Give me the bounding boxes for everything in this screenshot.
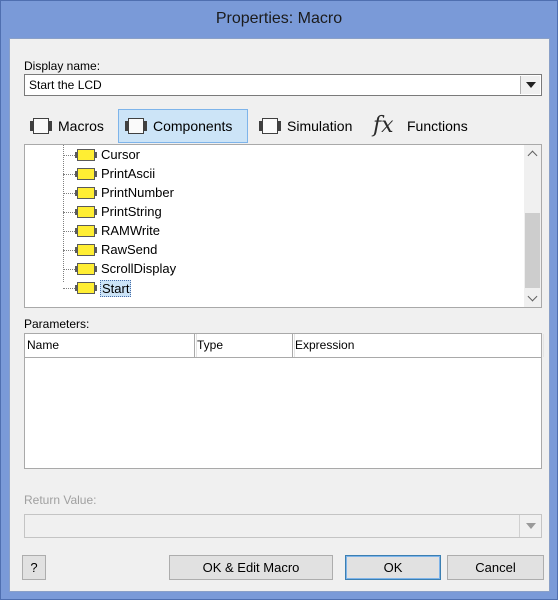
display-name-combobox[interactable]: Start the LCD	[24, 74, 542, 96]
tree-item-label: Cursor	[101, 147, 141, 162]
tab-components[interactable]: Components	[118, 109, 248, 143]
tree-item-label: ScrollDisplay	[101, 261, 177, 276]
macro-icon	[75, 282, 97, 294]
tree-item[interactable]: PrintAscii	[25, 165, 515, 184]
scroll-thumb[interactable]	[525, 213, 540, 288]
tab-strip: Macros Components Simulation fx Function…	[24, 109, 542, 144]
macro-icon	[75, 206, 97, 218]
tab-functions-label: Functions	[407, 118, 468, 134]
window-title: Properties: Macro	[215, 10, 343, 27]
tree-item-label: PrintString	[101, 204, 162, 219]
tree-item[interactable]: RawSend	[25, 241, 515, 260]
component-icon	[125, 116, 147, 136]
ok-button[interactable]: OK	[345, 555, 441, 580]
tree-item-label: PrintNumber	[101, 185, 174, 200]
column-header-name[interactable]: Name	[25, 334, 197, 357]
tree-item-label: RawSend	[101, 242, 158, 257]
display-name-value[interactable]: Start the LCD	[29, 78, 102, 92]
return-value-combobox	[24, 514, 542, 538]
tab-simulation-label: Simulation	[287, 118, 353, 134]
dialog-window: Properties: Macro Display name: Start th…	[0, 0, 558, 600]
tree-item[interactable]: Cursor	[25, 146, 515, 165]
chevron-up-icon	[527, 150, 538, 161]
tab-components-label: Components	[153, 118, 233, 134]
macro-icon	[75, 263, 97, 275]
tree-item[interactable]: RAMWrite	[25, 222, 515, 241]
component-icon	[30, 116, 52, 136]
display-name-label: Display name:	[24, 59, 101, 73]
display-name-dropdown-button[interactable]	[520, 76, 540, 94]
tree-vertical-scrollbar[interactable]	[524, 145, 541, 307]
scroll-down-button[interactable]	[524, 290, 541, 307]
tree-item[interactable]: ScrollDisplay	[25, 260, 515, 279]
chevron-down-icon	[525, 82, 536, 88]
macro-icon	[75, 225, 97, 237]
cancel-button[interactable]: Cancel	[447, 555, 544, 580]
return-value-label: Return Value:	[24, 493, 97, 507]
chevron-down-icon	[525, 523, 536, 529]
parameters-label: Parameters:	[24, 317, 90, 331]
component-macro-tree[interactable]: Cursor PrintAscii PrintNumber PrintStrin…	[24, 144, 542, 308]
help-button[interactable]: ?	[22, 555, 46, 580]
chevron-down-icon	[527, 291, 538, 302]
tree-item-label: Start	[100, 280, 132, 297]
scroll-up-button[interactable]	[524, 145, 541, 162]
tree-item[interactable]: PrintNumber	[25, 184, 515, 203]
macro-icon	[75, 168, 97, 180]
tab-macros-label: Macros	[58, 118, 104, 134]
macro-icon	[75, 149, 97, 161]
macro-icon	[75, 187, 97, 199]
tab-functions[interactable]: fx Functions	[367, 109, 477, 143]
return-value-dropdown-button	[519, 515, 541, 537]
dialog-client-area: Display name: Start the LCD Macros Compo…	[9, 38, 550, 592]
tree-item-label: RAMWrite	[101, 223, 160, 238]
fx-icon: fx	[373, 113, 394, 138]
tree-item[interactable]: PrintString	[25, 203, 515, 222]
tab-macros[interactable]: Macros	[24, 109, 112, 143]
tab-simulation[interactable]: Simulation	[253, 109, 359, 143]
tree-item-selected[interactable]: Start	[25, 279, 515, 298]
column-header-expression[interactable]: Expression	[293, 334, 544, 357]
ok-edit-macro-button[interactable]: OK & Edit Macro	[169, 555, 333, 580]
parameters-table[interactable]: Name Type Expression	[24, 333, 544, 469]
component-icon	[259, 116, 281, 136]
macro-icon	[75, 244, 97, 256]
tree-item-label: PrintAscii	[101, 166, 156, 181]
parameters-table-header: Name Type Expression	[25, 334, 544, 358]
column-header-type[interactable]: Type	[195, 334, 295, 357]
